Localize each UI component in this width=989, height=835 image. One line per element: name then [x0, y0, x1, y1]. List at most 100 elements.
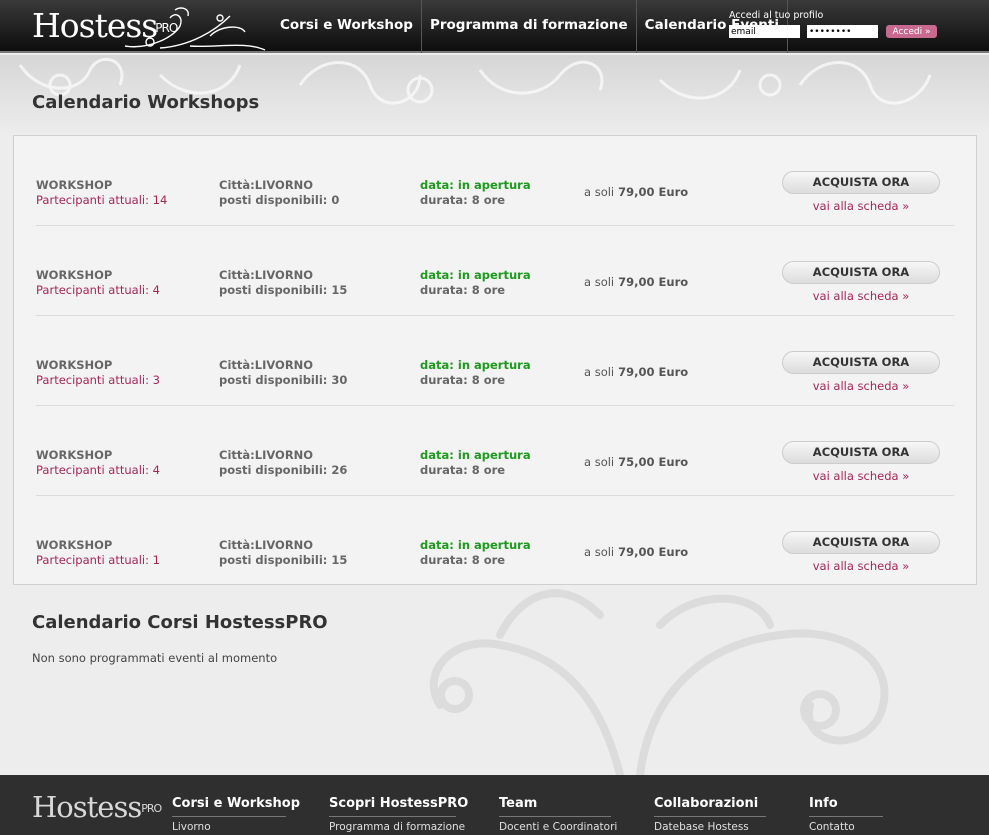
price-label: a soli — [584, 545, 615, 559]
footer-col-info: Info Contatto — [809, 796, 883, 833]
footer-logo[interactable]: HostessPRO — [32, 790, 162, 824]
site-header: HostessPRO Corsi e Workshop Programma di… — [0, 0, 989, 53]
password-input[interactable] — [807, 25, 878, 38]
footer-col-corsi: Corsi e Workshop Livorno — [172, 796, 300, 833]
footer-logo-text: Hostess — [32, 790, 142, 824]
data-value: in apertura — [457, 268, 531, 282]
workshop-type: WORKSHOP — [36, 538, 113, 552]
main-nav: Corsi e Workshop Programma di formazione… — [272, 0, 788, 53]
footer-heading: Corsi e Workshop — [172, 796, 300, 817]
nav-corsi-workshop[interactable]: Corsi e Workshop — [272, 0, 422, 53]
footer-heading: Scopri HostessPRO — [329, 796, 468, 817]
data-value: in apertura — [457, 538, 531, 552]
posti-value: 26 — [331, 463, 348, 477]
posti-value: 30 — [331, 373, 348, 387]
durata-label: durata: — [420, 283, 468, 297]
footer-heading: Team — [499, 796, 611, 817]
workshop-type: WORKSHOP — [36, 358, 113, 372]
footer-link[interactable]: Datebase Hostess — [654, 821, 766, 833]
participants-value: 3 — [152, 373, 160, 387]
price-value: 79,00 Euro — [618, 365, 689, 379]
city-value: LIVORNO — [254, 358, 314, 372]
buy-button[interactable]: ACQUISTA ORA — [782, 441, 940, 464]
footer-heading: Collaborazioni — [654, 796, 766, 817]
details-link[interactable]: vai alla scheda » — [813, 289, 910, 304]
footer-link[interactable]: Livorno — [172, 821, 286, 833]
price-value: 79,00 Euro — [618, 185, 689, 199]
footer-col-scopri: Scopri HostessPRO Programma di formazion… — [329, 796, 468, 833]
workshop-type: WORKSHOP — [36, 268, 113, 282]
durata-value: 8 ore — [471, 463, 506, 477]
footer-link[interactable]: Docenti e Coordinatori — [499, 821, 617, 833]
durata-value: 8 ore — [471, 373, 506, 387]
workshop-row: WORKSHOP Partecipanti attuali: 3 Città:L… — [36, 316, 954, 406]
price-value: 79,00 Euro — [618, 545, 689, 559]
city-label: Città: — [219, 448, 255, 462]
login-label: Accedi al tuo profilo — [729, 10, 824, 21]
nav-programma-formazione[interactable]: Programma di formazione — [422, 0, 637, 53]
participants-value: 4 — [152, 463, 160, 477]
login-button[interactable]: Accedi » — [886, 25, 937, 38]
workshop-row: WORKSHOP Partecipanti attuali: 4 Città:L… — [36, 406, 954, 496]
no-events-message: Non sono programmati eventi al momento — [32, 651, 278, 665]
durata-label: durata: — [420, 193, 468, 207]
price-value: 75,00 Euro — [618, 455, 689, 469]
data-label: data: — [420, 448, 454, 462]
workshop-type: WORKSHOP — [36, 448, 113, 462]
footer-col-collaborazioni: Collaborazioni Datebase Hostess — [654, 796, 766, 833]
footer-link[interactable]: Programma di formazione — [329, 821, 465, 833]
participants-label: Partecipanti attuali: — [36, 283, 149, 297]
city-value: LIVORNO — [254, 538, 314, 552]
city-label: Città: — [219, 538, 255, 552]
data-label: data: — [420, 178, 454, 192]
posti-value: 15 — [331, 283, 348, 297]
details-link[interactable]: vai alla scheda » — [813, 559, 910, 574]
city-value: LIVORNO — [254, 178, 314, 192]
posti-label: posti disponibili: — [219, 463, 328, 477]
city-value: LIVORNO — [254, 448, 314, 462]
participants-label: Partecipanti attuali: — [36, 553, 149, 567]
posti-value: 15 — [331, 553, 348, 567]
durata-value: 8 ore — [471, 553, 506, 567]
participants-value: 4 — [152, 283, 160, 297]
city-label: Città: — [219, 178, 255, 192]
workshop-type: WORKSHOP — [36, 178, 113, 192]
price-label: a soli — [584, 185, 615, 199]
durata-label: durata: — [420, 463, 468, 477]
details-link[interactable]: vai alla scheda » — [813, 469, 910, 484]
data-value: in apertura — [457, 448, 531, 462]
workshop-row: WORKSHOP Partecipanti attuali: 4 Città:L… — [36, 226, 954, 316]
footer-link[interactable]: Contatto — [809, 821, 883, 833]
durata-label: durata: — [420, 553, 468, 567]
city-label: Città: — [219, 358, 255, 372]
buy-button[interactable]: ACQUISTA ORA — [782, 171, 940, 194]
data-label: data: — [420, 268, 454, 282]
participants-value: 1 — [152, 553, 160, 567]
posti-label: posti disponibili: — [219, 373, 328, 387]
participants-value: 14 — [152, 193, 168, 207]
footer-col-team: Team Docenti e Coordinatori — [499, 796, 617, 833]
email-input[interactable] — [729, 25, 800, 38]
courses-title: Calendario Corsi HostessPRO — [32, 612, 328, 633]
footer-logo-sup: PRO — [141, 802, 162, 815]
buy-button[interactable]: ACQUISTA ORA — [782, 261, 940, 284]
buy-button[interactable]: ACQUISTA ORA — [782, 531, 940, 554]
workshop-row: WORKSHOP Partecipanti attuali: 1 Città:L… — [36, 496, 954, 586]
data-value: in apertura — [457, 358, 531, 372]
workshop-row: WORKSHOP Partecipanti attuali: 14 Città:… — [36, 136, 954, 226]
data-value: in apertura — [457, 178, 531, 192]
details-link[interactable]: vai alla scheda » — [813, 199, 910, 214]
price-value: 79,00 Euro — [618, 275, 689, 289]
posti-label: posti disponibili: — [219, 283, 328, 297]
posti-label: posti disponibili: — [219, 193, 328, 207]
city-label: Città: — [219, 268, 255, 282]
details-link[interactable]: vai alla scheda » — [813, 379, 910, 394]
price-label: a soli — [584, 365, 615, 379]
site-footer: HostessPRO Corsi e Workshop Livorno Scop… — [0, 775, 989, 835]
durata-value: 8 ore — [471, 193, 506, 207]
posti-label: posti disponibili: — [219, 553, 328, 567]
price-label: a soli — [584, 275, 615, 289]
logo-swirl-icon — [124, 7, 266, 51]
buy-button[interactable]: ACQUISTA ORA — [782, 351, 940, 374]
posti-value: 0 — [331, 193, 340, 207]
